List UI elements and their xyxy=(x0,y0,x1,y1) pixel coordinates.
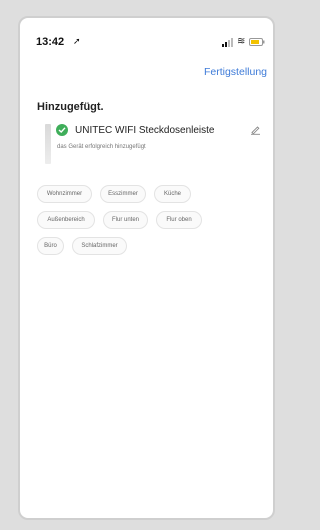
room-chip[interactable]: Flur unten xyxy=(103,211,148,229)
location-arrow-icon: ➚ xyxy=(73,36,81,46)
finish-button[interactable]: Fertigstellung xyxy=(204,66,267,78)
device-thumbnail xyxy=(45,124,51,164)
device-status-text: das Gerät erfolgreich hinzugefügt xyxy=(57,144,146,150)
device-name: UNITEC WIFI Steckdosenleiste xyxy=(75,125,215,136)
room-chip[interactable]: Küche xyxy=(154,185,191,203)
battery-icon xyxy=(249,38,265,46)
room-chip[interactable]: Schlafzimmer xyxy=(72,237,127,255)
edit-icon[interactable] xyxy=(250,124,261,135)
status-time: 13:42 xyxy=(36,36,65,48)
room-chip[interactable]: Esszimmer xyxy=(100,185,146,203)
signal-icon xyxy=(222,38,233,47)
room-chip[interactable]: Außenbereich xyxy=(37,211,95,229)
status-bar: 13:42 ➚ ≋ xyxy=(20,18,273,58)
check-icon xyxy=(56,124,68,136)
room-chip[interactable]: Büro xyxy=(37,237,64,255)
wifi-icon: ≋ xyxy=(237,36,246,47)
room-chip[interactable]: Wohnzimmer xyxy=(37,185,92,203)
phone-screen: 13:42 ➚ ≋ Fertigstellung Hinzugefügt. UN… xyxy=(18,16,275,520)
page-title: Hinzugefügt. xyxy=(37,101,104,113)
room-chip[interactable]: Flur oben xyxy=(156,211,202,229)
added-device-row: UNITEC WIFI Steckdosenleiste das Gerät e… xyxy=(45,124,265,164)
